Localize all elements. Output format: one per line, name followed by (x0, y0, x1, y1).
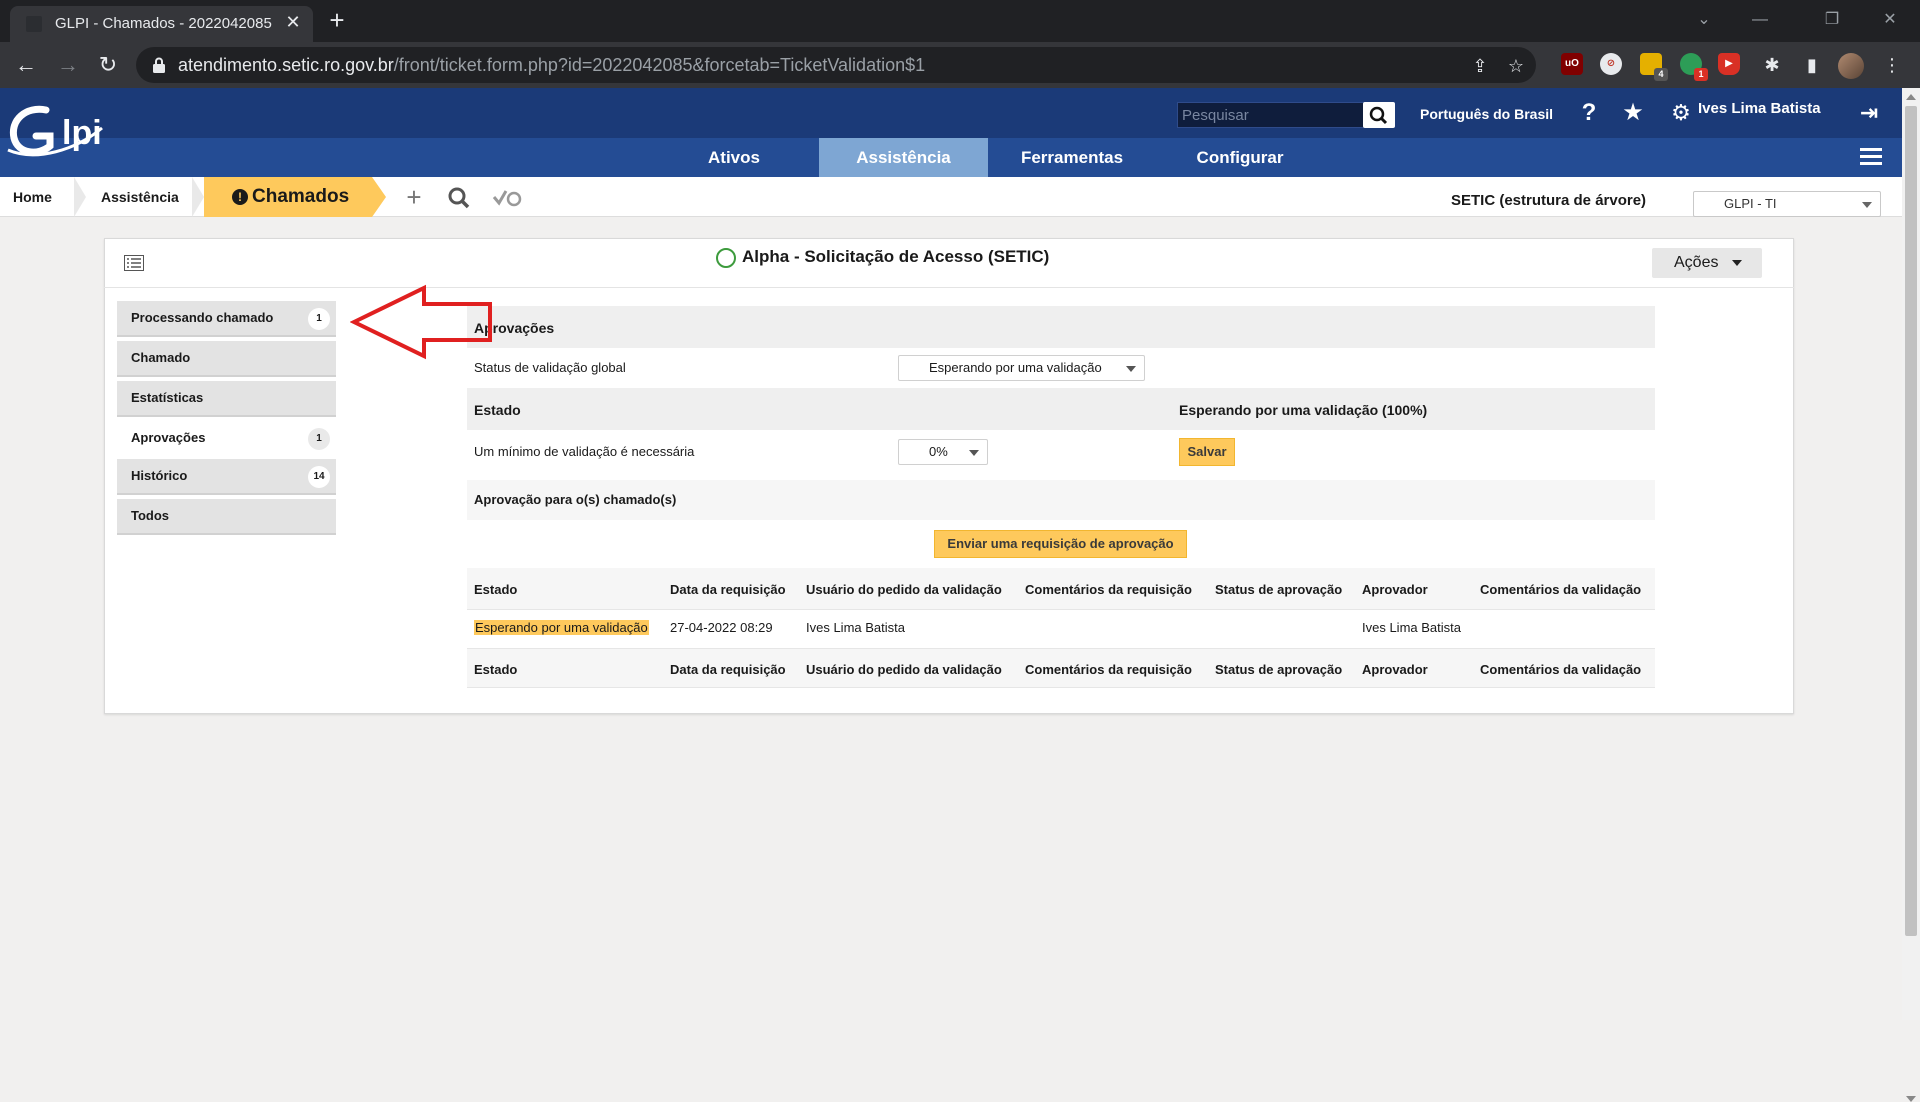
min-validation-label: Um mínimo de validação é necessária (474, 444, 695, 459)
browser-tab[interactable]: GLPI - Chamados - 2022042085 ✕ (10, 6, 313, 42)
glpi-top-bar (0, 88, 1902, 138)
favorites-star-icon[interactable]: ★ (1618, 98, 1648, 128)
extension-green-icon[interactable]: 1 (1680, 53, 1708, 81)
forward-icon[interactable]: → (52, 49, 84, 81)
menu-assistencia[interactable]: Assistência (819, 138, 988, 177)
ticket-status-icon (716, 248, 736, 268)
close-tab-icon[interactable]: ✕ (282, 11, 304, 33)
tab-count-badge: 14 (308, 466, 330, 488)
recurrent-ticket-icon[interactable] (492, 185, 522, 211)
ticket-alert-icon: ! (232, 189, 248, 205)
entity-label: SETIC (estrutura de árvore) (1451, 192, 1647, 209)
actions-button[interactable]: Ações (1652, 248, 1762, 278)
menu-configurar[interactable]: Configurar (1180, 138, 1300, 177)
chevron-down-icon (1126, 366, 1136, 372)
menu-ativos[interactable]: Ativos (688, 138, 780, 177)
menu-ferramentas[interactable]: Ferramentas (1000, 138, 1144, 177)
search-icon (1369, 106, 1388, 125)
global-status-row: Status de validação global Esperando por… (467, 348, 1655, 388)
close-window-icon[interactable]: ✕ (1870, 6, 1910, 34)
extension-red-icon[interactable]: ▶ (1718, 53, 1740, 75)
breadcrumb-chamados[interactable]: ! Chamados (204, 177, 386, 217)
chevron-down-icon (1732, 260, 1742, 266)
tab-search-icon[interactable]: ⌄ (1684, 6, 1724, 34)
breadcrumb-separator (74, 177, 86, 217)
search-input[interactable] (1178, 103, 1364, 127)
back-icon[interactable]: ← (10, 49, 42, 81)
ticket-title: Alpha - Solicitação de Acesso (SETIC) (742, 247, 1050, 266)
address-url: atendimento.setic.ro.gov.br/front/ticket… (178, 55, 926, 75)
scroll-up-icon[interactable] (1906, 94, 1916, 100)
min-validation-row: Um mínimo de validação é necessária 0% S… (467, 430, 1655, 474)
browser-menu-icon[interactable]: ⋮ (1880, 53, 1904, 77)
tab-estatisticas[interactable]: Estatísticas (117, 381, 336, 417)
help-icon[interactable]: ? (1574, 98, 1604, 128)
ublock-icon[interactable]: uO (1561, 53, 1583, 75)
tab-aprovacoes[interactable]: Aprovações 1 (117, 421, 336, 457)
blocker-icon[interactable]: ⊘ (1600, 53, 1622, 75)
extensions-puzzle-icon[interactable]: ✱ (1760, 53, 1784, 77)
language-link[interactable]: Português do Brasil (1420, 106, 1553, 122)
add-ticket-icon[interactable]: + (401, 184, 427, 211)
svg-text:lpi: lpi (62, 114, 102, 152)
estado-value: Esperando por uma validação (100%) (1179, 402, 1428, 418)
user-name-link[interactable]: Ives Lima Batista (1698, 100, 1821, 117)
breadcrumb-assistencia[interactable]: Assistência (101, 177, 179, 217)
bookmark-star-icon[interactable]: ☆ (1504, 54, 1528, 78)
search-button[interactable] (1363, 102, 1395, 128)
table-footer: Estado Data da requisição Usuário do ped… (467, 648, 1655, 688)
new-tab-icon[interactable]: + (322, 6, 352, 36)
table-row: Esperando por uma validação 27-04-2022 0… (474, 620, 1461, 635)
preferences-gear-icon[interactable]: ⚙ (1666, 98, 1696, 128)
restore-icon[interactable]: ❐ (1812, 6, 1852, 34)
section-header: Aprovações (467, 306, 1655, 348)
logout-icon[interactable]: ⇥ (1854, 98, 1884, 128)
global-status-select[interactable]: Esperando por uma validação (898, 355, 1145, 381)
minimize-icon[interactable]: — (1740, 6, 1780, 34)
hamburger-menu-icon[interactable] (1860, 148, 1882, 166)
save-button[interactable]: Salvar (1179, 438, 1235, 466)
scroll-down-icon[interactable] (1906, 1096, 1916, 1102)
page-scrollbar[interactable] (1902, 88, 1920, 1102)
breadcrumb-home[interactable]: Home (13, 177, 52, 217)
reload-icon[interactable]: ↻ (92, 49, 124, 81)
estado-header-row: Estado Esperando por uma validação (100%… (467, 388, 1655, 430)
approval-for-tickets-header: Aprovação para o(s) chamado(s) (467, 480, 1655, 520)
tab-count-badge: 1 (308, 308, 330, 330)
tab-processando-chamado[interactable]: Processando chamado 1 (117, 301, 336, 337)
lock-icon (153, 57, 165, 73)
scrollbar-thumb[interactable] (1905, 106, 1917, 936)
browser-tab-title: GLPI - Chamados - 2022042085 (55, 15, 272, 32)
annotation-arrow (350, 284, 492, 360)
tab-todos[interactable]: Todos (117, 499, 336, 535)
browser-toolbar: ← → ↻ atendimento.setic.ro.gov.br/front/… (0, 42, 1920, 88)
tab-historico[interactable]: Histórico 14 (117, 459, 336, 495)
side-panel-icon[interactable]: ▮ (1800, 53, 1824, 77)
tab-count-badge: 1 (308, 428, 330, 450)
send-approval-request-button[interactable]: Enviar uma requisição de aprovação (934, 530, 1187, 558)
global-search[interactable] (1177, 102, 1365, 128)
breadcrumb-separator (192, 177, 204, 217)
global-status-label: Status de validação global (474, 360, 626, 375)
chevron-down-icon (1862, 202, 1872, 208)
approval-status-tag: Esperando por uma validação (474, 620, 649, 635)
min-validation-select[interactable]: 0% (898, 439, 988, 465)
glpi-logo[interactable]: lpi (6, 98, 126, 168)
tab-chamado[interactable]: Chamado (117, 341, 336, 377)
list-view-icon[interactable] (124, 255, 144, 271)
send-request-row: Enviar uma requisição de aprovação (467, 520, 1655, 568)
profile-avatar[interactable] (1838, 53, 1864, 79)
search-tickets-icon[interactable] (446, 185, 472, 211)
chevron-down-icon (969, 450, 979, 456)
favicon-icon (26, 16, 42, 32)
address-bar[interactable]: atendimento.setic.ro.gov.br/front/ticket… (136, 47, 1536, 83)
browser-tabstrip: GLPI - Chamados - 2022042085 ✕ + ⌄ — ❐ ✕ (0, 0, 1920, 42)
share-icon[interactable]: ⇪ (1468, 54, 1492, 78)
entity-select[interactable]: GLPI - TI (1693, 191, 1881, 217)
extension-yellow-icon[interactable]: 4 (1640, 53, 1668, 81)
table-header: Estado Data da requisição Usuário do ped… (467, 568, 1655, 610)
